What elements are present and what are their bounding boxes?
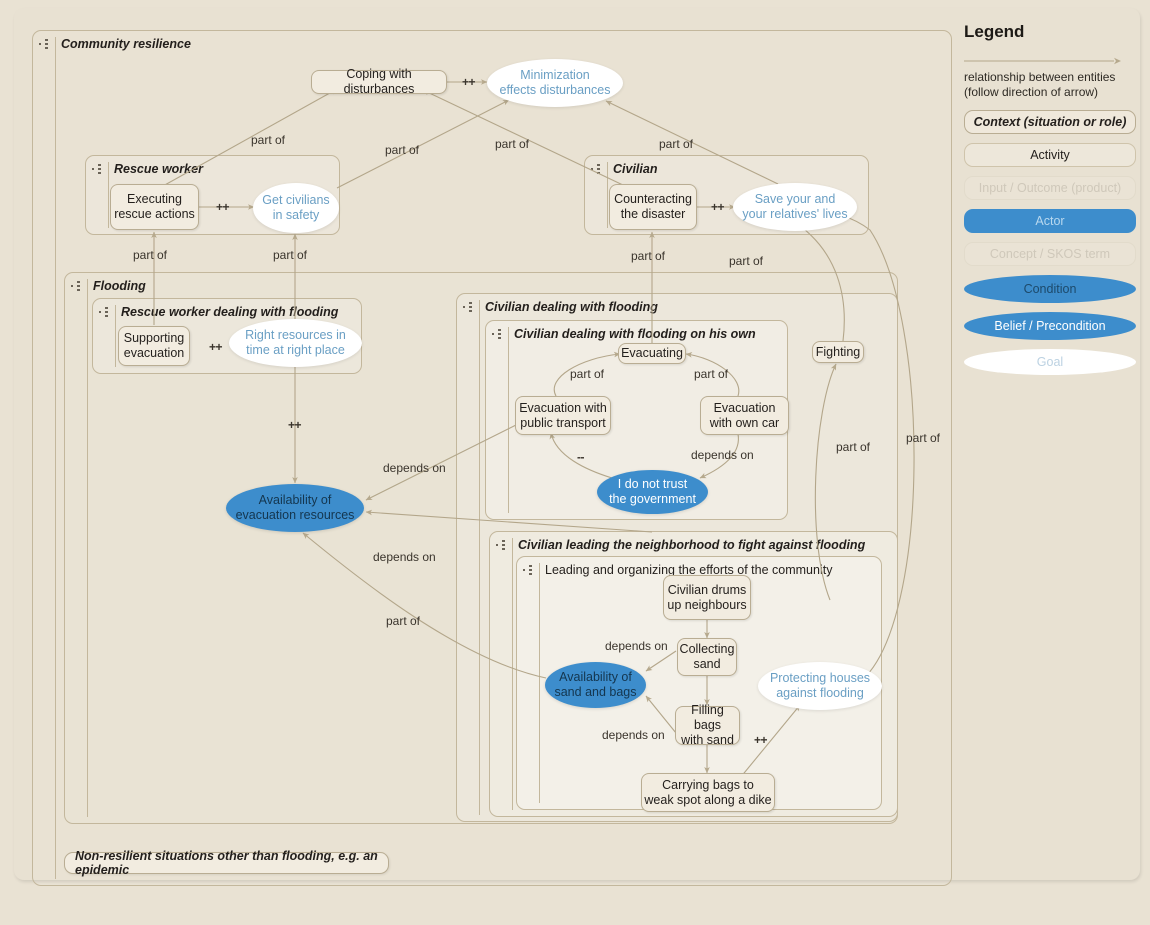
edge-label-part-of: part of	[386, 614, 421, 628]
context-title: Civilian	[613, 162, 658, 176]
context-title: Rescue worker	[114, 162, 203, 176]
edge-label-minusminus: --	[577, 450, 585, 464]
context-header: Civilian	[585, 156, 657, 182]
node-civilian-drums-up-neighbours[interactable]: Civilian drums up neighbours	[663, 575, 751, 620]
node-save-your-and-relatives-lives[interactable]: Save your and your relatives' lives	[733, 183, 857, 231]
node-evacuation-with-own-car[interactable]: Evacuation with own car	[700, 396, 789, 435]
context-header: Flooding	[65, 273, 146, 299]
edge-label-depends-on: depends on	[691, 448, 754, 462]
context-menu-icon[interactable]	[463, 301, 476, 313]
node-availability-of-evacuation-resources[interactable]: Availability of evacuation resources	[226, 484, 364, 532]
context-title: Flooding	[93, 279, 146, 293]
node-collecting-sand[interactable]: Collecting sand	[677, 638, 737, 676]
context-menu-icon[interactable]	[71, 280, 84, 292]
edge-label-depends-on: depends on	[605, 639, 668, 653]
legend-item-concept-skos: Concept / SKOS term	[964, 241, 1136, 266]
edge-label-part-of: part of	[729, 254, 764, 268]
edge-label-plusplus: ++	[209, 340, 223, 354]
legend-item-context: Context (situation or role)	[964, 109, 1136, 134]
node-executing-rescue-actions[interactable]: Executing rescue actions	[110, 184, 199, 230]
context-menu-icon[interactable]	[591, 163, 604, 175]
node-coping-with-disturbances[interactable]: Coping with disturbances	[311, 67, 447, 96]
node-availability-of-sand-and-bags[interactable]: Availability of sand and bags	[545, 662, 646, 708]
edge-label-part-of: part of	[133, 248, 168, 262]
context-menu-icon[interactable]	[92, 163, 105, 175]
context-menu-icon[interactable]	[492, 328, 505, 340]
legend-panel: Legend relationship between entities (fo…	[964, 22, 1136, 375]
edge-label-plusplus: ++	[462, 75, 476, 89]
legend-title: Legend	[964, 22, 1025, 41]
node-right-resources-in-time-at-right-place[interactable]: Right resources in time at right place	[229, 319, 362, 367]
legend-item-activity: Activity	[964, 142, 1136, 167]
context-header: Civilian leading the neighborhood to fig…	[490, 532, 865, 558]
edge-label-part-of: part of	[906, 431, 941, 445]
context-header: Community resilience	[33, 31, 191, 57]
edge-label-part-of: part of	[836, 440, 871, 454]
context-divider	[508, 327, 509, 513]
context-menu-icon[interactable]	[39, 38, 52, 50]
legend-item-actor: Actor	[964, 208, 1136, 233]
edge-label-part-of: part of	[495, 137, 530, 151]
context-menu-icon[interactable]	[523, 564, 536, 576]
context-header: Civilian dealing with flooding	[457, 294, 658, 320]
legend-note-line2: (follow direction of arrow)	[964, 85, 1099, 100]
context-divider	[479, 300, 480, 815]
legend-relationship-arrow-icon	[964, 57, 1121, 65]
node-evacuating[interactable]: Evacuating	[618, 343, 686, 364]
edge-label-plusplus: ++	[711, 200, 725, 214]
node-supporting-evacuation[interactable]: Supporting evacuation	[118, 326, 190, 366]
context-divider	[55, 37, 56, 879]
node-minimization-effects-disturbances[interactable]: Minimization effects disturbances	[487, 59, 623, 107]
node-evacuation-with-public-transport[interactable]: Evacuation with public transport	[515, 396, 611, 435]
node-i-do-not-trust-the-government[interactable]: I do not trust the government	[597, 470, 708, 514]
context-divider	[87, 279, 88, 817]
context-header: Civilian dealing with flooding on his ow…	[486, 321, 756, 347]
context-title: Civilian leading the neighborhood to fig…	[518, 538, 866, 552]
context-divider	[512, 538, 513, 810]
legend-item-condition: Condition	[964, 274, 1136, 303]
node-protecting-houses-against-flooding[interactable]: Protecting houses against flooding	[758, 662, 882, 710]
context-header: Rescue worker	[86, 156, 203, 182]
edge-label-plusplus: ++	[216, 200, 230, 214]
edge-label-plusplus: ++	[754, 733, 768, 747]
edge-label-part-of: part of	[694, 367, 729, 381]
context-chip-non-resilient-situations[interactable]: Non-resilient situations other than floo…	[64, 849, 389, 877]
node-carrying-bags-to-weak-spot[interactable]: Carrying bags to weak spot along a dike	[641, 773, 775, 812]
context-title: Civilian dealing with flooding on his ow…	[514, 327, 756, 341]
context-title: Community resilience	[61, 37, 191, 51]
edge-label-plusplus: ++	[288, 418, 302, 432]
legend-item-goal: Goal	[964, 348, 1136, 375]
context-title: Civilian dealing with flooding	[485, 300, 658, 314]
edge-label-part-of: part of	[385, 143, 420, 157]
legend-item-input-outcome: Input / Outcome (product)	[964, 175, 1136, 200]
node-get-civilians-in-safety[interactable]: Get civilians in safety	[253, 183, 339, 233]
edge-label-part-of: part of	[251, 133, 286, 147]
edge-label-depends-on: depends on	[383, 461, 446, 475]
edge-label-part-of: part of	[570, 367, 605, 381]
legend-note-line1: relationship between entities	[964, 70, 1116, 84]
context-title: Rescue worker dealing with flooding	[121, 305, 339, 319]
edge-label-depends-on: depends on	[602, 728, 665, 742]
node-fighting[interactable]: Fighting	[812, 341, 864, 363]
edge-label-part-of: part of	[631, 249, 666, 263]
edge-label-part-of: part of	[659, 137, 694, 151]
edge-label-depends-on: depends on	[373, 550, 436, 564]
context-menu-icon[interactable]	[99, 306, 112, 318]
legend-item-belief-precondition: Belief / Precondition	[964, 311, 1136, 340]
context-menu-icon[interactable]	[496, 539, 509, 551]
node-filling-bags-with-sand[interactable]: Filling bags with sand	[675, 703, 740, 747]
edge-label-part-of: part of	[273, 248, 308, 262]
node-counteracting-the-disaster[interactable]: Counteracting the disaster	[609, 184, 697, 230]
diagram-canvas: Community resilience Rescue worker Civil…	[0, 0, 1150, 925]
context-divider	[539, 563, 540, 803]
